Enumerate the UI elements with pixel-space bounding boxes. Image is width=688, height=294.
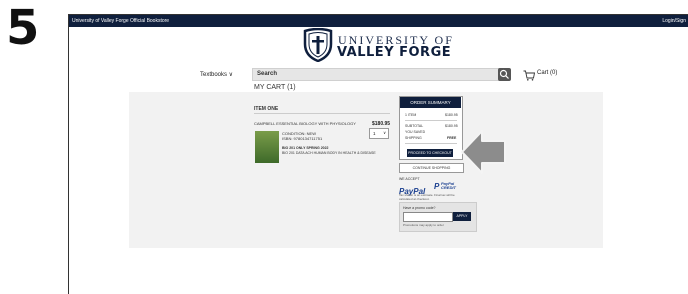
summary-row-label: YOU SAVED [405,130,426,134]
cart-icon[interactable] [523,68,536,86]
textbooks-menu[interactable]: Textbooks ∨ [200,71,233,78]
top-bar: University of Valley Forge Official Book… [69,15,688,27]
item-heading: ITEM ONE [254,106,279,112]
course-info: BIO 201 ONLY SPRING 2022 BIO 201 DATA AC… [282,146,376,155]
quantity-select[interactable]: 1 ∨ [369,128,389,139]
login-link[interactable]: Login/Sign [662,18,686,24]
continue-shopping-button[interactable]: CONTINUE SHOPPING [399,163,464,173]
proceed-to-checkout-button[interactable]: PROCEED TO CHECKOUT [407,149,453,157]
item-isbn: ISBN: 9780134711751 [282,136,323,141]
summary-row-label: SUBTOTAL [405,124,424,128]
item-details: CONDITION: NEW ISBN: 9780134711751 [282,131,322,141]
cart-content-area [129,92,603,248]
apply-button[interactable]: APPLY [453,212,471,221]
cart-heading: MY CART (1) [254,84,296,91]
order-summary-title: ORDER SUMMARY [400,97,461,108]
search-label: Search [257,71,278,77]
summary-row-label: 1 ITEM [405,113,417,117]
summary-row-value: FREE [447,136,457,140]
promo-label: Have a promo code? [403,206,436,210]
item-price: $180.95 [372,121,391,127]
summary-row-value: $180.95 [445,124,458,128]
cart-link[interactable]: Cart (0) [537,70,557,76]
summary-divider [405,120,457,121]
promo-code-input[interactable] [403,212,453,222]
paypal-credit-line2: CREDIT [441,185,456,190]
summary-row-label: SHIPPING [405,136,422,140]
course-line2: BIO 201 DATA ACH HUMAN BODY IN HEALTH & … [282,150,376,155]
divider [254,113,390,114]
promo-note: Promotions may apply to order [403,223,444,227]
paypal-credit-logo: PayPal CREDIT [441,182,456,190]
search-input[interactable]: Search [252,68,500,81]
store-name: University of Valley Forge Official Book… [72,18,170,24]
paypal-p-icon: P [434,182,440,191]
shield-logo-icon[interactable] [303,27,333,67]
item-title[interactable]: CAMPBELL ESSENTIAL BIOLOGY WITH PHYSIOLO… [254,121,364,126]
book-cover-image[interactable] [255,131,279,163]
tax-fineprint: Tax shown is an estimate. Final tax will… [399,193,455,201]
summary-row-value: $180.95 [445,113,458,117]
chevron-down-icon: ∨ [383,130,386,135]
quantity-value: 1 [373,130,376,136]
step-number: 5 [6,0,40,56]
search-button[interactable] [498,68,511,81]
search-icon [499,69,509,79]
logo-line2: VALLEY FORGE [337,45,452,60]
summary-divider [405,143,457,144]
callout-arrow-icon [460,123,508,184]
